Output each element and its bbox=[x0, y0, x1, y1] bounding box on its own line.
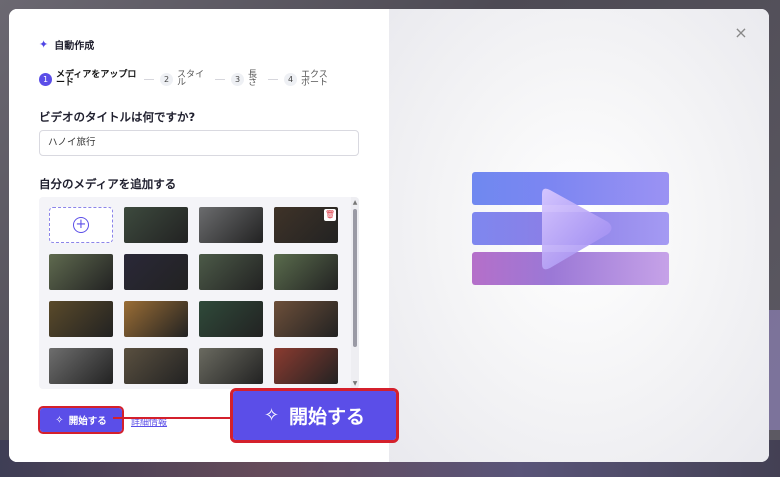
step-divider bbox=[215, 78, 225, 80]
start-button-zoomed-callout[interactable]: ✧ 開始する bbox=[230, 388, 399, 443]
step-upload[interactable]: 1 メディアをアップロード bbox=[39, 70, 138, 88]
callout-connector bbox=[113, 417, 234, 419]
play-icon bbox=[542, 188, 612, 270]
media-scrollbar[interactable]: ▲ ▼ bbox=[351, 197, 359, 389]
step-length[interactable]: 3 長さ bbox=[231, 70, 262, 88]
step-number: 2 bbox=[160, 72, 173, 86]
video-hero-illustration bbox=[472, 172, 669, 285]
video-title-label: ビデオのタイトルは何ですか? bbox=[39, 110, 196, 124]
media-grid: + ▲ ▼ 🗑 bbox=[39, 197, 359, 389]
step-label: メディアをアップロード bbox=[56, 70, 137, 88]
media-thumbnail[interactable] bbox=[274, 254, 338, 290]
step-label: 長さ bbox=[248, 70, 258, 88]
sparkle-icon: ✦ bbox=[39, 38, 49, 51]
scroll-down-arrow-icon[interactable]: ▼ bbox=[351, 380, 359, 387]
add-media-button[interactable]: + bbox=[49, 207, 113, 243]
media-thumbnail[interactable] bbox=[199, 348, 263, 384]
dialog-header: ✦ 自動作成 bbox=[39, 37, 94, 52]
start-button-label: 開始する bbox=[68, 416, 107, 427]
step-number: 1 bbox=[39, 72, 52, 86]
close-icon[interactable]: × bbox=[733, 25, 749, 41]
media-thumbnail[interactable] bbox=[49, 254, 113, 290]
step-indicator: 1 メディアをアップロード 2 スタイル 3 長さ 4 エクスポート bbox=[39, 70, 369, 88]
sparkle-icon: ✧ bbox=[263, 405, 280, 426]
media-thumbnail[interactable] bbox=[274, 301, 338, 337]
media-thumbnail[interactable] bbox=[124, 301, 188, 337]
step-label: エクスポート bbox=[301, 70, 329, 88]
step-label: スタイル bbox=[177, 70, 205, 88]
start-button-label: 開始する bbox=[289, 406, 366, 428]
media-thumbnail[interactable] bbox=[124, 207, 188, 243]
sparkle-icon: ✧ bbox=[55, 414, 64, 426]
media-thumbnail[interactable]: 🗑 bbox=[274, 207, 338, 243]
plus-circle-icon: + bbox=[73, 217, 89, 233]
start-button[interactable]: ✧ 開始する bbox=[38, 406, 124, 434]
media-thumbnail[interactable] bbox=[124, 348, 188, 384]
scrollbar-thumb[interactable] bbox=[353, 209, 357, 347]
media-thumbnail[interactable] bbox=[199, 301, 263, 337]
step-style[interactable]: 2 スタイル bbox=[160, 70, 209, 88]
step-divider bbox=[144, 78, 154, 80]
step-divider bbox=[268, 78, 278, 80]
media-section-label: 自分のメディアを追加する bbox=[39, 177, 177, 191]
media-thumbnail[interactable] bbox=[274, 348, 338, 384]
media-thumbnail[interactable] bbox=[199, 254, 263, 290]
scroll-up-arrow-icon[interactable]: ▲ bbox=[351, 199, 359, 206]
media-thumbnail[interactable] bbox=[49, 301, 113, 337]
media-thumbnail[interactable] bbox=[124, 254, 188, 290]
video-title-input[interactable]: ハノイ旅行 bbox=[39, 130, 359, 156]
step-export[interactable]: 4 エクスポート bbox=[284, 70, 333, 88]
trash-icon[interactable]: 🗑 bbox=[324, 209, 336, 221]
step-number: 4 bbox=[284, 72, 297, 86]
media-thumbnail[interactable] bbox=[49, 348, 113, 384]
step-number: 3 bbox=[231, 72, 244, 86]
dialog-title: 自動作成 bbox=[54, 41, 95, 52]
media-thumbnail[interactable] bbox=[199, 207, 263, 243]
